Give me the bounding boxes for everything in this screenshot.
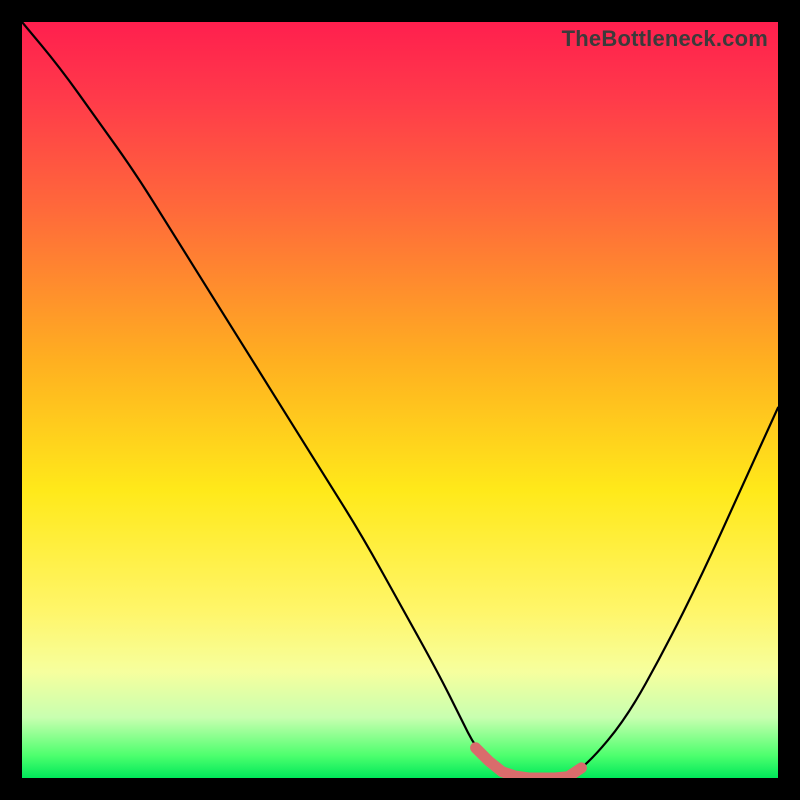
chart-frame: TheBottleneck.com	[0, 0, 800, 800]
chart-plot-area: TheBottleneck.com	[22, 22, 778, 778]
optimal-range-marker	[476, 748, 582, 778]
bottleneck-curve-path	[22, 22, 778, 778]
bottleneck-curve-svg	[22, 22, 778, 778]
